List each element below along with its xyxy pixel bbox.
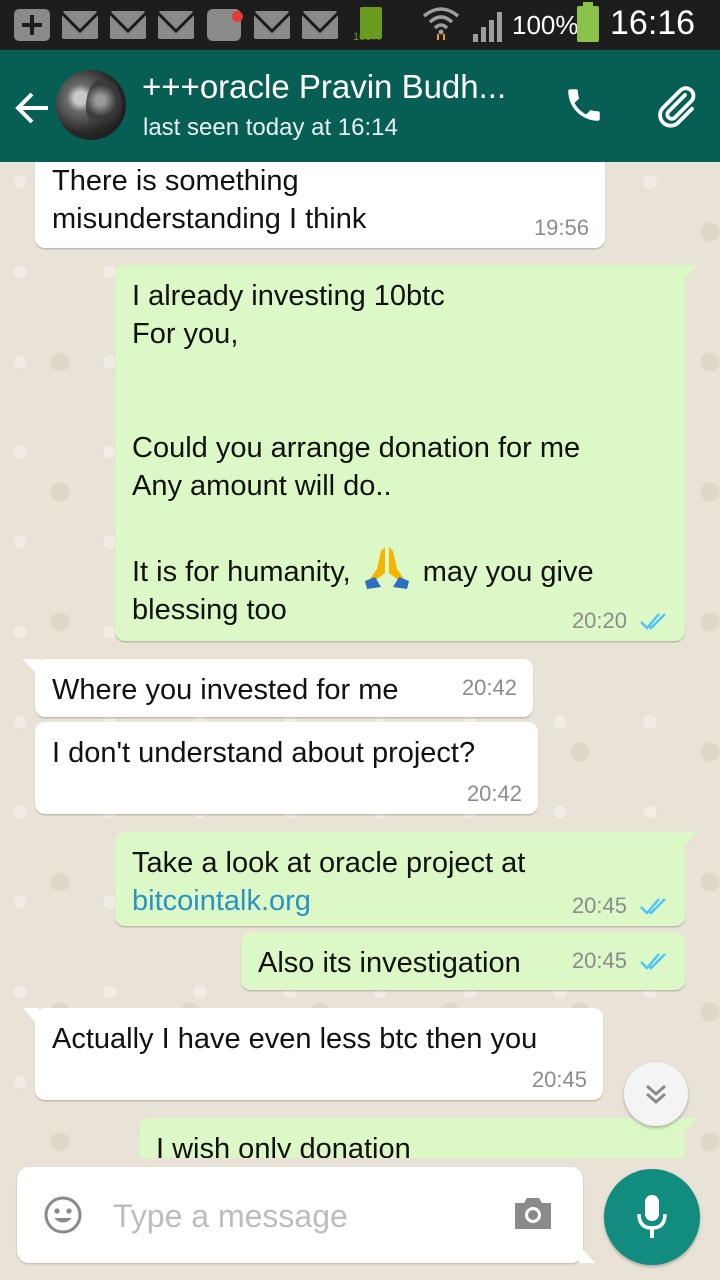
message-incoming[interactable]: Actually I have even less btc then you 2… <box>23 1008 603 1100</box>
message-outgoing[interactable]: Also its investigation 20:45 <box>241 932 685 990</box>
message-outgoing[interactable]: I already investing 10btc For you, Could… <box>115 265 697 641</box>
message-time: 19:56 <box>533 215 589 240</box>
message-incoming[interactable]: I don't understand about project? 20:42 <box>35 722 538 814</box>
avatar[interactable] <box>56 70 126 140</box>
read-ticks-icon <box>640 953 666 970</box>
camera-icon[interactable] <box>511 1193 555 1233</box>
plus-notification-icon <box>14 9 50 41</box>
signal-icon <box>473 12 502 42</box>
message-text: There is something misunderstanding I th… <box>52 165 367 235</box>
message-time: 20:42 <box>461 675 517 700</box>
last-seen-status: last seen today at 16:14 <box>143 114 398 141</box>
scroll-to-bottom-button[interactable] <box>624 1062 688 1126</box>
message-composer <box>17 1167 595 1263</box>
battery-percent: 100% <box>512 10 579 40</box>
mail-icon <box>158 11 194 39</box>
message-text: Where you invested for me <box>52 674 399 706</box>
message-outgoing[interactable]: Take a look at oracle project at bitcoin… <box>115 832 697 926</box>
bbm-icon <box>207 9 243 41</box>
mail-icon <box>110 11 146 39</box>
message-text: Take a look at oracle project at <box>132 847 526 879</box>
message-text: I already investing 10btc For you, Could… <box>132 280 581 588</box>
message-text: I don't understand about project? <box>52 737 476 769</box>
message-incoming[interactable]: There is something misunderstanding I th… <box>35 162 605 248</box>
message-outgoing[interactable]: I wish only donation <box>139 1118 697 1158</box>
mail-icon <box>302 11 338 39</box>
message-time: 20:45 <box>571 948 627 973</box>
folded-hands-emoji-icon <box>364 547 409 589</box>
chevron-double-down-icon <box>646 1084 666 1105</box>
message-input[interactable] <box>111 1193 495 1239</box>
battery-small-label: 100% <box>353 31 382 43</box>
read-ticks-icon <box>640 613 666 630</box>
mic-icon <box>637 1195 667 1238</box>
message-incoming[interactable]: Where you invested for me 20:42 <box>23 659 533 717</box>
attach-icon[interactable] <box>652 82 700 130</box>
wifi-icon <box>422 7 460 40</box>
message-time: 20:42 <box>466 781 522 806</box>
message-time: 20:45 <box>531 1067 587 1092</box>
message-time: 20:20 <box>571 608 627 633</box>
call-icon[interactable] <box>563 84 605 126</box>
mail-icon <box>254 11 290 39</box>
battery-icon <box>577 2 599 42</box>
clock: 16:16 <box>610 4 696 42</box>
contact-name[interactable]: +++oracle Pravin Budh... <box>142 68 542 106</box>
mic-button[interactable] <box>604 1169 700 1265</box>
message-text: Actually I have even less btc then you <box>52 1023 538 1055</box>
message-text: I wish only donation <box>156 1133 411 1158</box>
read-ticks-icon <box>640 898 666 915</box>
chat-header: +++oracle Pravin Budh... last seen today… <box>0 50 720 162</box>
mail-icon <box>62 11 98 39</box>
message-time: 20:45 <box>571 893 627 918</box>
status-bar: 100% 100% 16:16 <box>0 0 720 50</box>
emoji-icon[interactable] <box>43 1195 83 1235</box>
message-list[interactable]: There is something misunderstanding I th… <box>0 162 720 1158</box>
back-arrow-icon[interactable] <box>12 88 52 128</box>
message-link[interactable]: bitcointalk.org <box>132 885 311 917</box>
